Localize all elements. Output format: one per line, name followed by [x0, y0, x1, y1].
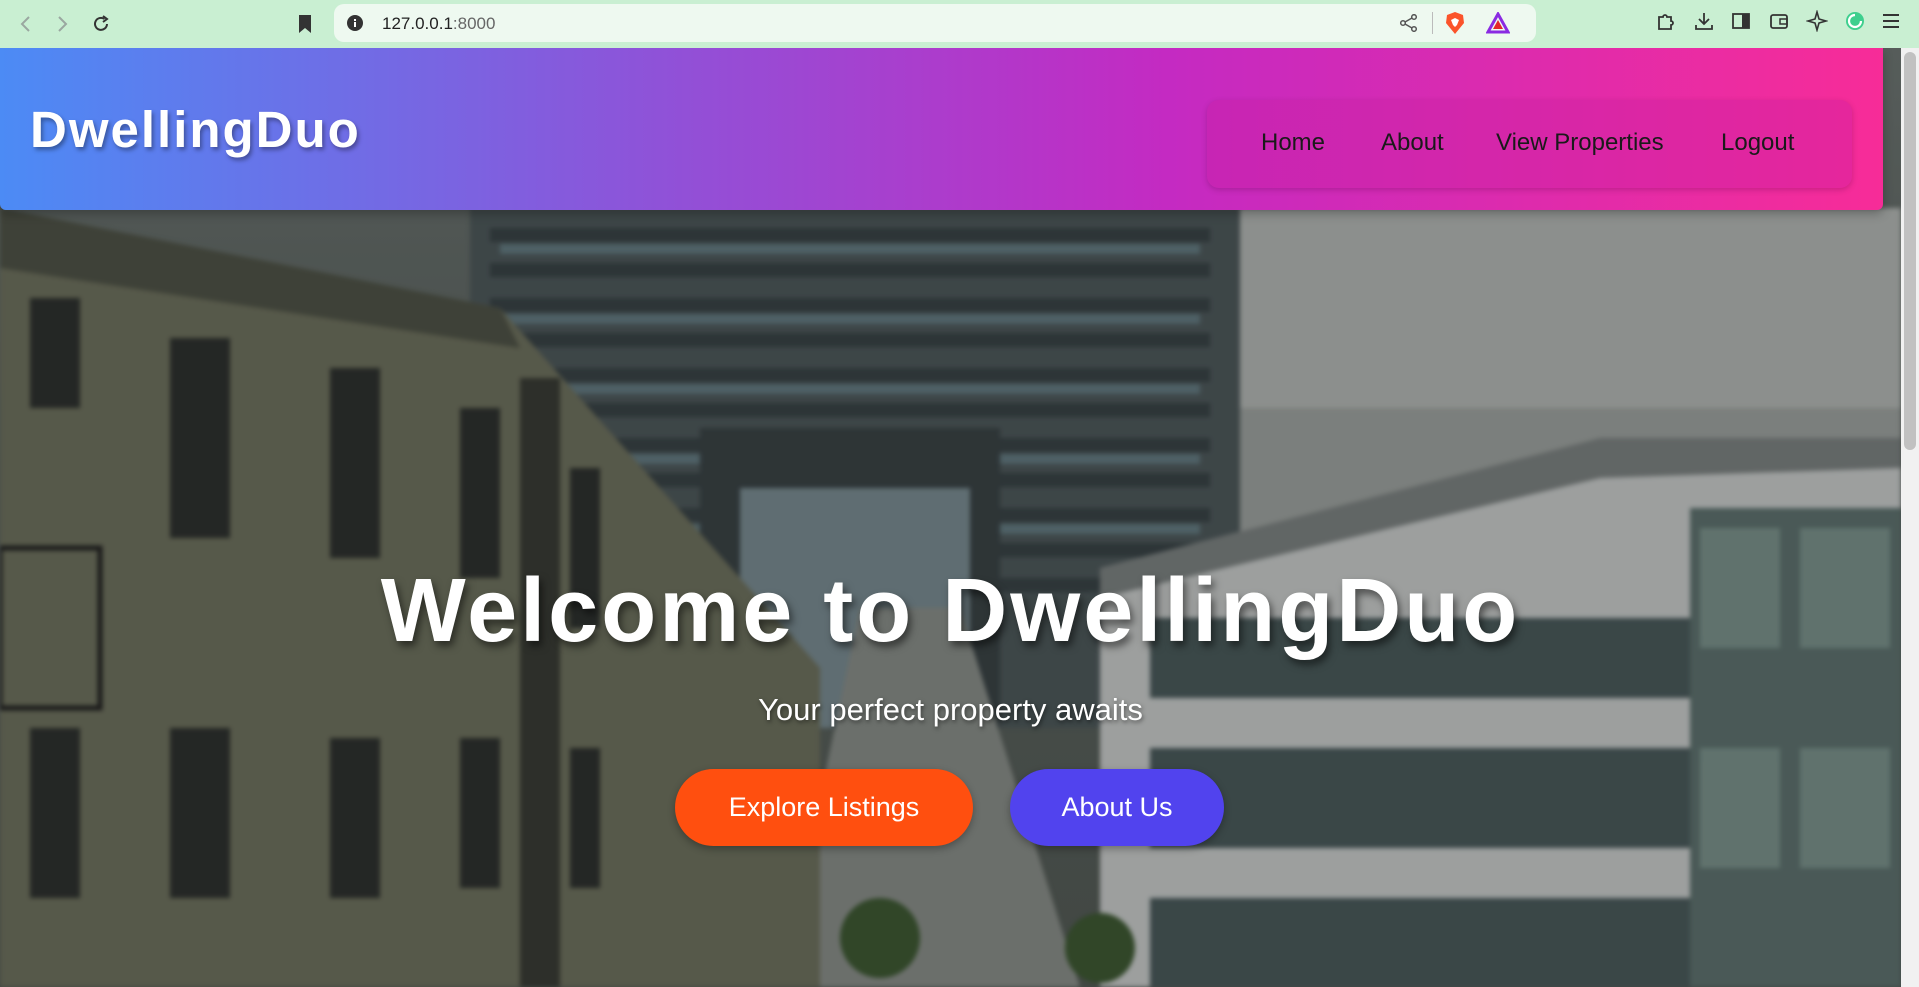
url-text[interactable]: 127.0.0.1:8000 [382, 14, 495, 34]
main-nav: Home About View Properties Logout [1207, 100, 1852, 188]
about-us-button[interactable]: About Us [1010, 769, 1224, 846]
site-info-icon[interactable] [346, 14, 364, 32]
leo-icon[interactable] [1806, 10, 1828, 38]
urlbar-divider [1432, 12, 1433, 34]
site-header: DwellingDuo Home About View Properties L… [0, 48, 1883, 210]
hero-subtitle: Your perfect property awaits [758, 692, 1143, 727]
forward-icon[interactable] [48, 10, 76, 38]
vpn-icon[interactable] [1844, 10, 1866, 38]
nav-view-properties[interactable]: View Properties [1496, 129, 1664, 157]
address-bar[interactable]: 127.0.0.1:8000 [334, 4, 1536, 42]
sidebar-icon[interactable] [1730, 10, 1752, 38]
wallet-icon[interactable] [1768, 10, 1790, 38]
page-scrollbar[interactable] [1901, 48, 1919, 987]
extensions-icon[interactable] [1655, 10, 1677, 38]
scrollbar-thumb[interactable] [1904, 52, 1916, 450]
share-icon[interactable] [1399, 14, 1419, 32]
nav-home[interactable]: Home [1261, 129, 1325, 157]
url-port: :8000 [452, 14, 496, 33]
browser-toolbar: 127.0.0.1:8000 [0, 0, 1919, 48]
reload-icon[interactable] [87, 10, 115, 38]
back-icon[interactable] [12, 10, 40, 38]
download-icon[interactable] [1693, 10, 1715, 38]
site-brand[interactable]: DwellingDuo [30, 100, 361, 159]
nav-about[interactable]: About [1381, 129, 1444, 157]
url-host: 127.0.0.1 [382, 14, 453, 33]
page-viewport: DwellingDuo Home About View Properties L… [0, 48, 1901, 987]
explore-listings-button[interactable]: Explore Listings [675, 769, 973, 846]
brave-rewards-icon[interactable] [1486, 12, 1510, 34]
nav-logout[interactable]: Logout [1721, 129, 1794, 157]
hero-title: Welcome to DwellingDuo [380, 561, 1521, 661]
brave-shield-icon[interactable] [1444, 11, 1466, 35]
bookmark-icon[interactable] [291, 10, 319, 38]
menu-icon[interactable] [1880, 10, 1902, 38]
